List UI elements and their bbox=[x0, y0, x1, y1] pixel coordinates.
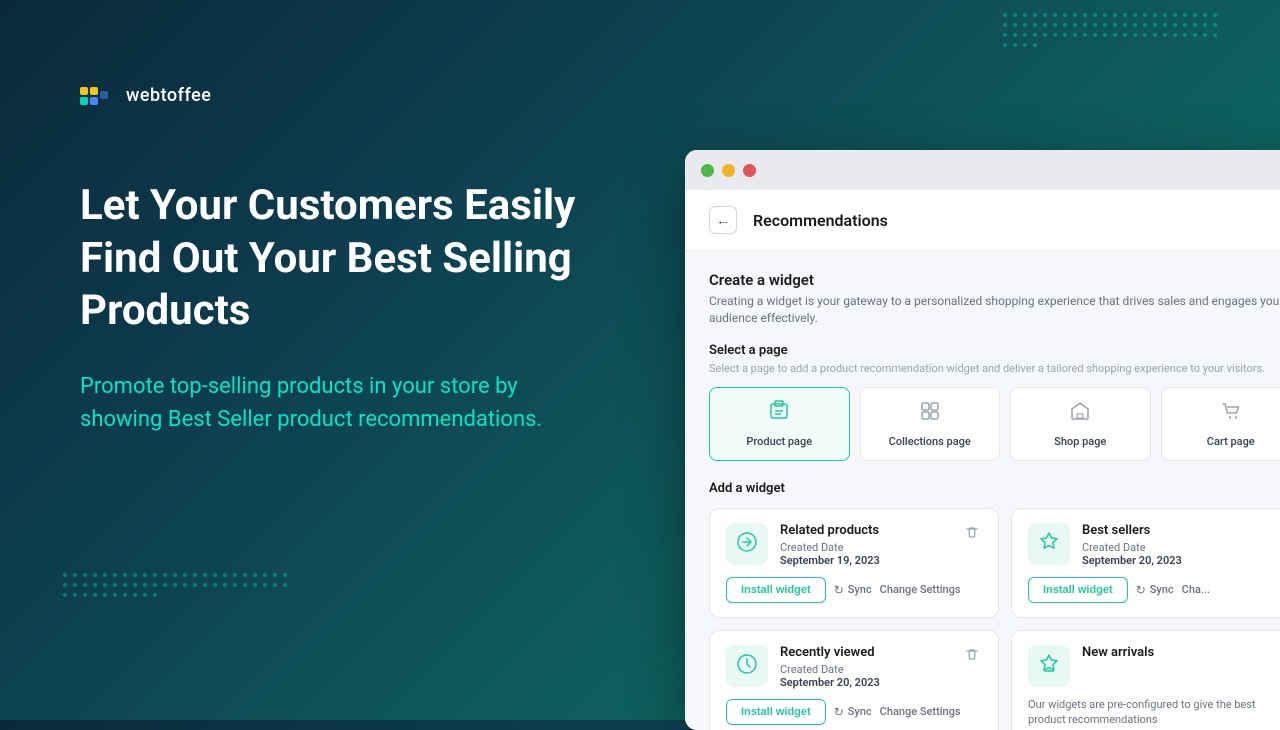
recently-sync-icon: ↻ bbox=[834, 705, 844, 719]
shop-page-label: Shop page bbox=[1054, 435, 1106, 448]
widget-card-related-header: Related products Created Date September … bbox=[726, 523, 982, 567]
page-option-shop[interactable]: Shop page bbox=[1010, 387, 1151, 461]
sync-icon: ↻ bbox=[834, 583, 844, 597]
related-date-value: September 19, 2023 bbox=[780, 554, 950, 567]
recently-widget-icon bbox=[735, 652, 759, 680]
related-widget-icon-wrap bbox=[726, 523, 768, 565]
page-option-product[interactable]: Product page bbox=[709, 387, 850, 461]
logo: webtoffee bbox=[80, 85, 211, 106]
bestsellers-widget-name: Best sellers bbox=[1082, 523, 1280, 538]
widget-card-related: Related products Created Date September … bbox=[709, 508, 999, 618]
select-page-label: Select a page bbox=[709, 343, 1280, 358]
sub-heading: Promote top-selling products in your sto… bbox=[80, 370, 600, 436]
page-option-cart[interactable]: Cart page bbox=[1161, 387, 1280, 461]
new-arrivals-widget-name: New arrivals bbox=[1082, 645, 1280, 660]
recently-settings-button[interactable]: Change Settings bbox=[880, 705, 961, 718]
recently-widget-info: Recently viewed Created Date September 2… bbox=[780, 645, 950, 689]
new-arrivals-widget-info: New arrivals bbox=[1082, 645, 1280, 663]
app-header: ← Recommendations bbox=[685, 190, 1280, 251]
create-widget-title: Create a widget bbox=[709, 271, 1280, 289]
new-arrivals-widget-icon bbox=[1037, 652, 1061, 680]
bestsellers-sync-label: Sync bbox=[1150, 583, 1174, 596]
bestsellers-card-header: Best sellers Created Date September 20, … bbox=[1028, 523, 1280, 567]
create-widget-section: Create a widget Creating a widget is you… bbox=[709, 271, 1280, 327]
bestsellers-sync-button[interactable]: ↻ Sync bbox=[1136, 583, 1174, 597]
bestsellers-widget-actions: Install widget ↻ Sync Cha... bbox=[1028, 577, 1280, 603]
new-arrivals-widget-icon-wrap bbox=[1028, 645, 1070, 687]
add-widget-section: Add a widget bbox=[709, 481, 1280, 730]
app-content: ← Recommendations Create a widget Creati… bbox=[685, 190, 1280, 730]
recently-widget-name: Recently viewed bbox=[780, 645, 950, 660]
new-arrivals-desc: Our widgets are pre-configured to give t… bbox=[1028, 697, 1280, 728]
browser-window: ← Recommendations Create a widget Creati… bbox=[685, 150, 1280, 730]
page-options: Product page Collections page bbox=[709, 387, 1280, 461]
bestsellers-date-value: September 20, 2023 bbox=[1082, 554, 1280, 567]
related-date-label: Created Date bbox=[780, 541, 950, 554]
related-sync-button[interactable]: ↻ Sync bbox=[834, 583, 872, 597]
back-button[interactable]: ← bbox=[709, 206, 737, 234]
create-widget-desc: Creating a widget is your gateway to a p… bbox=[709, 293, 1280, 327]
bestsellers-sync-icon: ↻ bbox=[1136, 583, 1146, 597]
bestsellers-widget-icon-wrap bbox=[1028, 523, 1070, 565]
product-page-icon bbox=[768, 400, 790, 427]
recently-delete-button[interactable] bbox=[962, 645, 982, 669]
main-heading: Let Your Customers Easily Find Out Your … bbox=[80, 180, 600, 338]
product-page-label: Product page bbox=[746, 435, 812, 448]
widget-grid: Related products Created Date September … bbox=[709, 508, 1280, 730]
widget-card-new-arrivals: New arrivals Our widgets are pre-configu… bbox=[1011, 630, 1280, 730]
recently-sync-label: Sync bbox=[848, 705, 872, 718]
browser-titlebar bbox=[685, 150, 1280, 190]
traffic-red-dot bbox=[743, 164, 756, 177]
select-page-section: Select a page Select a page to add a pro… bbox=[709, 343, 1280, 461]
collections-page-label: Collections page bbox=[889, 435, 971, 448]
bestsellers-widget-info: Best sellers Created Date September 20, … bbox=[1082, 523, 1280, 567]
widget-card-bestsellers: Best sellers Created Date September 20, … bbox=[1011, 508, 1280, 618]
traffic-yellow-dot bbox=[722, 164, 735, 177]
dots-decoration-top: // Will be rendered by template script b… bbox=[1000, 10, 1220, 130]
traffic-green-dot bbox=[701, 164, 714, 177]
app-title: Recommendations bbox=[753, 211, 888, 230]
bestsellers-install-button[interactable]: Install widget bbox=[1028, 577, 1128, 603]
widget-card-recently: Recently viewed Created Date September 2… bbox=[709, 630, 999, 730]
recently-widget-icon-wrap bbox=[726, 645, 768, 687]
logo-icon bbox=[80, 87, 116, 105]
related-widget-info: Related products Created Date September … bbox=[780, 523, 950, 567]
recently-sync-button[interactable]: ↻ Sync bbox=[834, 705, 872, 719]
related-install-button[interactable]: Install widget bbox=[726, 577, 826, 603]
add-widget-label: Add a widget bbox=[709, 481, 1280, 496]
logo-text: webtoffee bbox=[126, 85, 211, 106]
related-settings-button[interactable]: Change Settings bbox=[880, 583, 961, 596]
back-icon: ← bbox=[716, 212, 730, 229]
bestsellers-settings-button[interactable]: Cha... bbox=[1182, 583, 1210, 596]
main-content: Create a widget Creating a widget is you… bbox=[685, 251, 1280, 730]
related-widget-icon bbox=[735, 530, 759, 558]
new-arrivals-card-header: New arrivals bbox=[1028, 645, 1280, 687]
related-delete-button[interactable] bbox=[962, 523, 982, 547]
recently-install-button[interactable]: Install widget bbox=[726, 699, 826, 725]
cart-page-label: Cart page bbox=[1207, 435, 1255, 448]
related-sync-label: Sync bbox=[848, 583, 872, 596]
bestsellers-widget-icon bbox=[1037, 530, 1061, 558]
cart-page-icon bbox=[1220, 400, 1242, 427]
recently-card-header: Recently viewed Created Date September 2… bbox=[726, 645, 982, 689]
page-option-collections[interactable]: Collections page bbox=[860, 387, 1001, 461]
related-widget-name: Related products bbox=[780, 523, 950, 538]
recently-date-value: September 20, 2023 bbox=[780, 676, 950, 689]
collections-page-icon bbox=[919, 400, 941, 427]
recently-widget-actions: Install widget ↻ Sync Change Settings bbox=[726, 699, 982, 725]
related-widget-actions: Install widget ↻ Sync Change Settings bbox=[726, 577, 982, 603]
bestsellers-date-label: Created Date bbox=[1082, 541, 1280, 554]
shop-page-icon bbox=[1069, 400, 1091, 427]
dots-decoration-bottom bbox=[60, 570, 290, 660]
select-page-desc: Select a page to add a product recommend… bbox=[709, 362, 1280, 375]
recently-date-label: Created Date bbox=[780, 663, 950, 676]
left-content: Let Your Customers Easily Find Out Your … bbox=[80, 180, 600, 436]
